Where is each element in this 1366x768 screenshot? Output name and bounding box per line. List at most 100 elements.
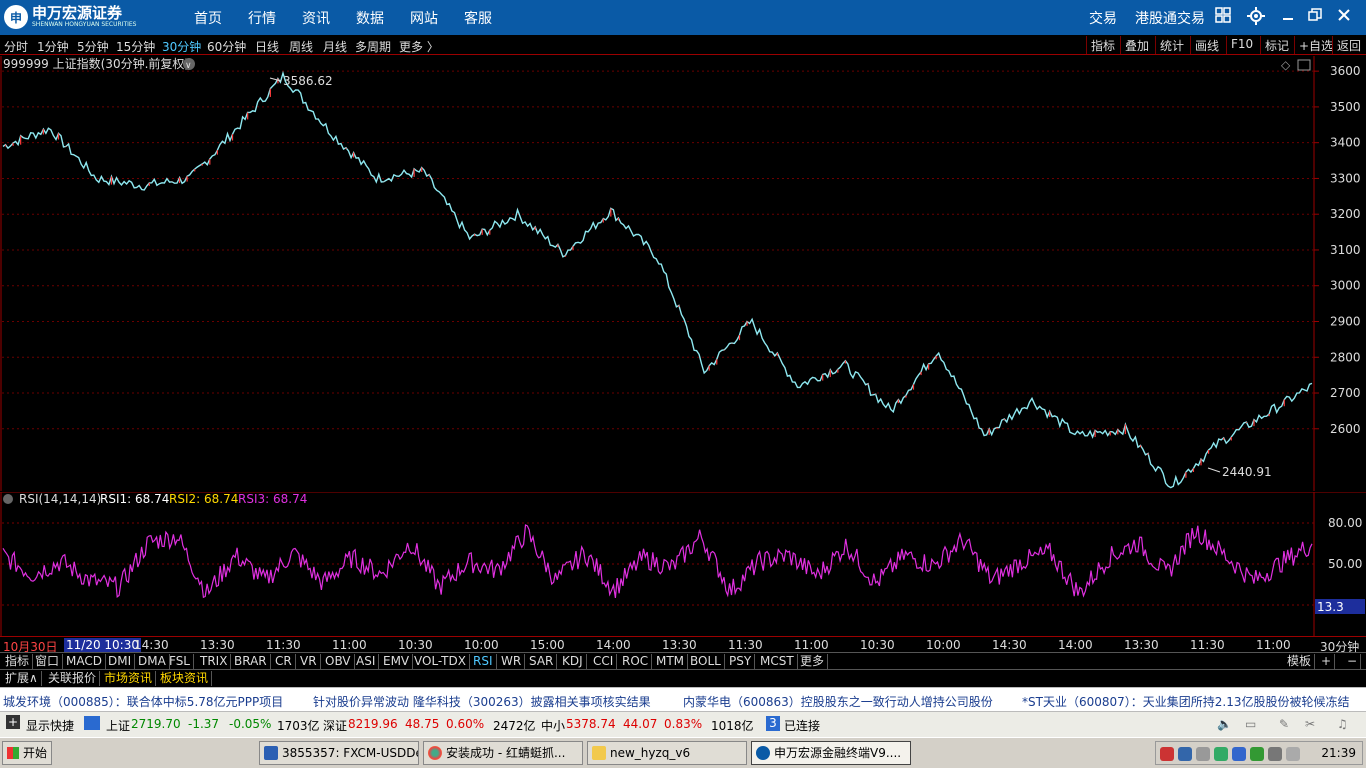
news-item[interactable]: 城发环境（000885）：联合体中标5.78亿元PPP项目	[3, 693, 283, 710]
app-tray-icon[interactable]	[1250, 747, 1264, 761]
diamond-icon[interactable]: ◇	[1281, 58, 1291, 72]
ind-tab-cr[interactable]: CR	[272, 654, 296, 669]
period-multi[interactable]: 多周期	[355, 38, 391, 55]
flag-icon[interactable]	[1160, 747, 1174, 761]
period-5min[interactable]: 5分钟	[77, 38, 109, 55]
ind-tab-dmi[interactable]: DMI	[105, 654, 136, 669]
gear-icon[interactable]	[1246, 7, 1266, 27]
ind-tab-boll[interactable]: BOLL	[687, 654, 725, 669]
folder-icon	[592, 746, 606, 760]
ind-tab-fsl[interactable]: FSL	[166, 654, 194, 669]
ind-tab-more[interactable]: 更多	[797, 654, 829, 669]
ind-tab-dma[interactable]: DMA	[135, 654, 170, 669]
plus-icon[interactable]: +	[6, 715, 20, 729]
main-price-chart[interactable]: 3600 3500 3400 3300 3200 3100 3000 2900 2800 2700…	[0, 56, 1366, 491]
rsi-title: RSI(14,14,14)	[19, 492, 101, 506]
ind-tab-vr[interactable]: VR	[297, 654, 321, 669]
ind-tab-macd[interactable]: MACD	[63, 654, 106, 669]
news-item[interactable]: *ST天业（600807）：天业集团所持2.13亿股股份被轮候冻结	[1022, 693, 1349, 710]
tool-overlay[interactable]: 叠加	[1120, 36, 1153, 54]
tool-f10[interactable]: F10	[1226, 36, 1257, 54]
tool-mark[interactable]: 标记	[1260, 36, 1293, 54]
start-button[interactable]: 开始	[2, 741, 52, 765]
time-label: 11:00	[1256, 638, 1291, 652]
tool-draw[interactable]: 画线	[1190, 36, 1223, 54]
trade-link[interactable]: 交易	[1089, 8, 1117, 28]
settings-icon[interactable]	[1286, 747, 1300, 761]
add-panel-button[interactable]: +	[1318, 654, 1336, 669]
ind-tab-emv[interactable]: EMV	[380, 654, 414, 669]
tab-sector-news[interactable]: 板块资讯	[157, 671, 213, 686]
bluetooth-icon[interactable]	[1232, 747, 1246, 761]
ind-tab-vol-tdx[interactable]: VOL-TDX	[411, 654, 470, 669]
nav-website[interactable]: 网站	[410, 8, 438, 28]
nav-quotes[interactable]: 行情	[248, 8, 276, 28]
tool-stats[interactable]: 统计	[1155, 36, 1188, 54]
nav-news[interactable]: 资讯	[302, 8, 330, 28]
rsi-chart[interactable]: RSI(14,14,14) RSI1: 68.74 RSI2: 68.74 RS…	[0, 492, 1366, 636]
hk-connect-link[interactable]: 港股通交易	[1135, 8, 1205, 28]
ind-tab-trix[interactable]: TRIX	[197, 654, 232, 669]
ind-tab-wr[interactable]: WR	[498, 654, 526, 669]
disk-icon[interactable]	[1268, 747, 1282, 761]
time-label: 14:00	[596, 638, 631, 652]
index-icon	[84, 716, 100, 730]
tab-related-quotes[interactable]: 关联报价	[45, 671, 101, 686]
keyboard-icon[interactable]: ▭	[1245, 717, 1256, 731]
remove-panel-button[interactable]: −	[1344, 654, 1362, 669]
taskbar-item-active[interactable]: 申万宏源金融终端V9....	[751, 741, 911, 765]
template-button[interactable]: 模板	[1284, 654, 1316, 669]
ind-tab-asi[interactable]: ASI	[353, 654, 380, 669]
tab-expand[interactable]: 扩展∧	[2, 671, 42, 686]
speaker-icon[interactable]: 🔈	[1217, 717, 1232, 731]
period-more[interactable]: 更多 〉	[399, 38, 439, 55]
ind-tab-obv[interactable]: OBV	[322, 654, 355, 669]
bell-icon[interactable]: ♫	[1337, 717, 1348, 731]
minimize-icon[interactable]	[1278, 7, 1298, 27]
tool-icon[interactable]: ✂	[1305, 717, 1315, 731]
ind-tab-rsi[interactable]: RSI	[470, 654, 497, 669]
tool-icon[interactable]	[1196, 747, 1210, 761]
taskbar-item[interactable]: 3855357: FXCM-USDDe...	[259, 741, 419, 765]
news-item[interactable]: 针对股价异常波动 隆华科技（300263）披露相关事项核实结果	[313, 693, 651, 710]
stock-ref-icon[interactable]: ✎	[1279, 717, 1289, 731]
ind-tab-brar[interactable]: BRAR	[231, 654, 271, 669]
shortcut-toggle[interactable]: 显示快捷	[26, 717, 74, 734]
taskbar-item[interactable]: new_hyzq_v6	[587, 741, 747, 765]
period-15min[interactable]: 15分钟	[116, 38, 155, 55]
period-60min[interactable]: 60分钟	[207, 38, 246, 55]
ind-tab-sar[interactable]: SAR	[526, 654, 558, 669]
ind-tab-cci[interactable]: CCI	[590, 654, 618, 669]
period-weekly[interactable]: 周线	[289, 38, 313, 55]
security-icon[interactable]	[1214, 747, 1228, 761]
nav-data[interactable]: 数据	[356, 8, 384, 28]
tool-indicator[interactable]: 指标	[1086, 36, 1119, 54]
ind-tab-kdj[interactable]: KDJ	[559, 654, 587, 669]
rsi-collapse-icon[interactable]	[3, 494, 13, 504]
period-1min[interactable]: 1分钟	[37, 38, 69, 55]
ind-tab[interactable]: 窗口	[32, 654, 64, 669]
ind-tab[interactable]: 指标	[2, 654, 34, 669]
ind-tab-psy[interactable]: PSY	[726, 654, 756, 669]
nav-home[interactable]: 首页	[194, 8, 222, 28]
ind-tab-mtm[interactable]: MTM	[653, 654, 689, 669]
ind-tab-mcst[interactable]: MCST	[757, 654, 798, 669]
nav-service[interactable]: 客服	[464, 8, 492, 28]
news-item[interactable]: 内蒙华电（600863）控股股东之一致行动人增持公司股份	[683, 693, 993, 710]
period-30min[interactable]: 30分钟	[162, 38, 201, 55]
rsi-tick-50: 50.00	[1328, 557, 1362, 571]
network-icon[interactable]	[1178, 747, 1192, 761]
tab-market-news[interactable]: 市场资讯	[101, 671, 157, 686]
period-daily[interactable]: 日线	[255, 38, 279, 55]
tool-back[interactable]: 返回	[1332, 36, 1365, 54]
taskbar-item[interactable]: 安装成功 - 红蜻蜓抓...	[423, 741, 583, 765]
grid-icon[interactable]	[1213, 7, 1233, 27]
title-bar: 申 申万宏源证券 SHENWAN HONGYUAN SECURITIES 首页 …	[0, 0, 1366, 35]
close-icon[interactable]	[1334, 7, 1354, 27]
period-monthly[interactable]: 月线	[323, 38, 347, 55]
tool-add-watchlist[interactable]: +自选	[1294, 36, 1337, 54]
restore-icon[interactable]	[1305, 7, 1325, 27]
sz-pct: 0.60%	[446, 717, 485, 731]
period-fenshi[interactable]: 分时	[4, 38, 28, 55]
ind-tab-roc[interactable]: ROC	[619, 654, 653, 669]
